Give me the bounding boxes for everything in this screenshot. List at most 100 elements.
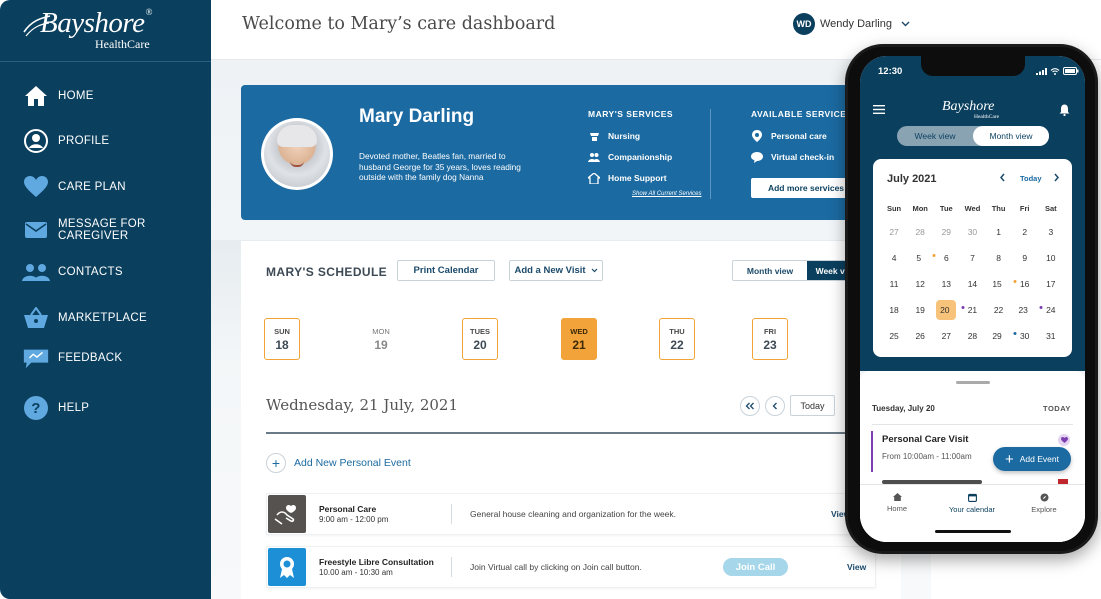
calendar-day[interactable]: 29 [986,323,1017,349]
event-row-freestyle-libre[interactable]: Freestyle Libre Consultation 10.00 am - … [266,546,876,588]
nav-item-contacts[interactable]: CONTACTS [0,255,211,289]
svg-text:?: ? [31,400,40,417]
calendar-icon [967,493,977,502]
profile-photo [261,118,333,190]
calendar-day[interactable]: 8 [986,245,1012,271]
calendar-day[interactable]: 27 [933,323,959,349]
add-event-fab[interactable]: + Add Event [993,447,1071,471]
brand-logo[interactable]: Bayshore® HealthCare [0,0,211,62]
event-description: General house cleaning and organization … [470,509,677,519]
calendar-day[interactable]: 19 [907,297,933,323]
avatar: WD [793,13,815,35]
day-fri[interactable]: FRI 23 [752,318,788,360]
calendar-day[interactable]: 28 [907,219,933,245]
calendar-day[interactable]: 31 [1038,323,1064,349]
calendar-day[interactable]: 23 [1012,297,1043,323]
weekday-header: Tue [939,203,953,213]
calendar-day[interactable]: 5 [907,245,936,271]
chevron-right-icon[interactable] [1053,173,1060,182]
profile-bio: Devoted mother, Beatles fan, married to … [359,151,521,182]
first-page-button[interactable] [740,396,760,416]
calendar-today-button[interactable]: Today [1020,174,1042,183]
nav-label: CONTACTS [58,266,123,278]
add-personal-event-button[interactable]: + Add New Personal Event [266,453,411,473]
calendar-day[interactable]: 2 [1012,219,1038,245]
calendar-day[interactable]: 7 [959,245,985,271]
tab-home[interactable]: Home [862,493,932,513]
calendar-day[interactable]: 15 [986,271,1017,297]
event-view-link[interactable]: View [847,562,866,572]
calendar-day[interactable]: 3 [1038,219,1064,245]
calendar-day[interactable]: 14 [959,271,985,297]
nursing-icon [588,130,600,142]
calendar-day[interactable]: 6 [933,245,959,271]
calendar-day[interactable]: 30 [1012,323,1038,349]
nav-item-feedback[interactable]: FEEDBACK [0,341,211,375]
nav-item-home[interactable]: HOME [0,79,211,113]
sheet-divider [872,424,1073,425]
calendar-day[interactable]: 24 [1038,297,1064,323]
join-call-button[interactable]: Join Call [723,558,788,576]
nav-item-profile[interactable]: PROFILE [0,124,211,158]
contacts-icon [22,258,50,286]
event-separator [451,504,452,524]
calendar-day[interactable]: 17 [1038,271,1064,297]
day-thu[interactable]: THU 22 [659,318,695,360]
nav-item-marketplace[interactable]: MARKETPLACE [0,301,211,335]
day-mon[interactable]: MON 19 [363,318,399,360]
available-item-virtual-check-in[interactable]: Virtual check-in [751,151,834,163]
day-tues[interactable]: TUES 20 [462,318,498,360]
tab-explore[interactable]: Explore [1009,493,1079,514]
day-sun[interactable]: SUN 18 [264,318,300,360]
heart-icon [22,173,50,201]
calendar-day[interactable]: 1 [986,219,1012,245]
calendar-day[interactable]: 18 [881,297,907,323]
previous-day-button[interactable] [765,396,785,416]
calendar-day[interactable]: 10 [1038,245,1064,271]
tab-your-calendar[interactable]: Your calendar [937,493,1007,514]
sheet-drag-handle[interactable] [956,381,990,384]
bell-icon[interactable] [1059,104,1070,116]
calendar-day[interactable]: 25 [881,323,907,349]
phone-month-view-button[interactable]: Month view [973,126,1049,146]
calendar-day[interactable]: 30 [959,219,985,245]
status-time: 12:30 [878,66,903,77]
hamburger-menu-icon[interactable] [873,105,885,114]
calendar-day[interactable]: 9 [1012,245,1038,271]
phone-event-title[interactable]: Personal Care Visit [882,434,968,445]
event-row-personal-care[interactable]: Personal Care 9:00 am - 12:00 pm General… [266,493,876,535]
phone-view-toggle: Week view Month view [897,126,1049,146]
calendar-day[interactable]: 21 [959,297,985,323]
available-item-personal-care[interactable]: Personal care [751,130,827,142]
nav-item-care-plan[interactable]: CARE PLAN [0,170,211,204]
calendar-day[interactable]: 11 [881,271,907,297]
show-all-services-link[interactable]: Show All Current Services [632,191,701,197]
phone-week-view-button[interactable]: Week view [897,126,973,146]
calendar-day[interactable]: 29 [933,219,959,245]
print-calendar-button[interactable]: Print Calendar [397,260,495,281]
calendar-day[interactable]: 22 [986,297,1012,323]
add-visit-dropdown[interactable]: Add a New Visit [509,260,603,281]
calendar-day[interactable]: 26 [907,323,933,349]
calendar-day[interactable]: 20 [933,297,965,323]
nav-item-message-for-caregiver[interactable]: MESSAGE FOR CAREGIVER [0,213,211,247]
calendar-day[interactable]: 28 [959,323,985,349]
month-view-button[interactable]: Month view [733,261,807,280]
user-menu[interactable]: WD Wendy Darling [793,13,910,35]
event-color-bar [871,431,873,472]
nav-item-help[interactable]: ? HELP [0,391,211,425]
brand-name: Bayshore® [40,7,152,39]
nav-label: MESSAGE FOR CAREGIVER [58,218,146,242]
calendar-day[interactable]: 27 [881,219,907,245]
nav-label: CARE PLAN [58,181,126,193]
phone-brand-sub: HealthCare [974,114,1000,120]
calendar-day[interactable]: 12 [907,271,933,297]
calendar-day[interactable]: 16 [1012,271,1038,297]
calendar-day[interactable]: 4 [881,245,907,271]
calendar-day[interactable]: 13 [933,271,959,297]
chevron-left-icon[interactable] [999,173,1006,182]
day-wed[interactable]: WED 21 [561,318,597,360]
today-button[interactable]: Today [790,395,835,416]
schedule-card: MARY'S SCHEDULE Print Calendar Add a New… [241,241,901,599]
mail-icon [22,216,50,244]
